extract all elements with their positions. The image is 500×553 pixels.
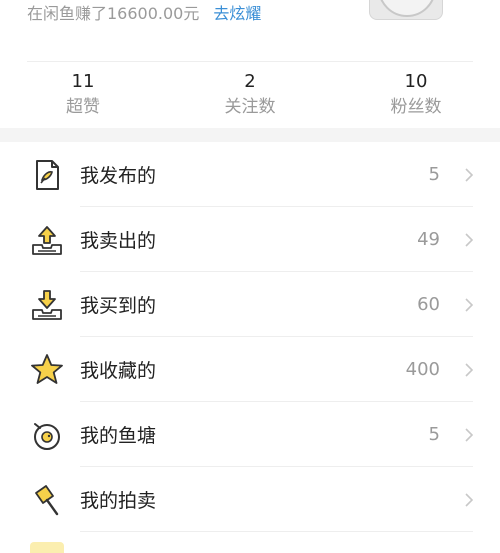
section-gap [0, 128, 500, 142]
avatar-image [378, 0, 436, 17]
earnings-row: 在闲鱼赚了16600.00元 去炫耀 [27, 0, 261, 24]
earnings-text: 在闲鱼赚了16600.00元 [27, 4, 200, 23]
menu-label-published: 我发布的 [80, 165, 157, 187]
menu-list: 我发布的 5 我卖出的 49 我买到的 60 我收藏的 400 我的鱼塘 5 我… [0, 142, 500, 532]
menu-count-sold: 49 [417, 229, 440, 250]
divider [27, 61, 473, 62]
chevron-right-icon [465, 492, 474, 507]
stat-following[interactable]: 2 关注数 [190, 70, 310, 120]
chevron-right-icon [465, 362, 474, 377]
published-icon [36, 160, 59, 190]
chevron-right-icon [465, 232, 474, 247]
fish-pond-icon [34, 423, 60, 450]
menu-item-bought[interactable]: 我买到的 60 [0, 272, 500, 337]
sold-icon [32, 226, 62, 255]
profile-page: 在闲鱼赚了16600.00元 去炫耀 11 超赞 2 关注数 10 粉丝数 我发… [0, 0, 500, 553]
bought-icon [32, 290, 62, 320]
avatar[interactable] [369, 0, 443, 20]
chevron-right-icon [465, 297, 474, 312]
menu-label-sold: 我卖出的 [80, 230, 157, 252]
stat-likes-value: 11 [71, 71, 95, 92]
stat-following-label: 关注数 [224, 97, 276, 117]
menu-item-fish-pond[interactable]: 我的鱼塘 5 [0, 402, 500, 467]
menu-count-bought: 60 [417, 294, 440, 315]
menu-label-fish-pond: 我的鱼塘 [80, 425, 157, 447]
stats-bar: 11 超赞 2 关注数 10 粉丝数 [0, 70, 500, 122]
menu-item-auction[interactable]: 我的拍卖 [0, 467, 500, 532]
stat-followers[interactable]: 10 粉丝数 [356, 70, 476, 120]
stat-following-value: 2 [244, 71, 256, 92]
menu-item-sold[interactable]: 我卖出的 49 [0, 207, 500, 272]
stat-followers-label: 粉丝数 [390, 97, 442, 117]
menu-count-fish-pond: 5 [428, 424, 440, 445]
stat-followers-value: 10 [404, 71, 428, 92]
next-menu-icon-partial [30, 542, 64, 553]
chevron-right-icon [465, 167, 474, 182]
menu-item-published[interactable]: 我发布的 5 [0, 142, 500, 207]
stat-likes-label: 超赞 [66, 97, 100, 117]
menu-count-published: 5 [428, 164, 440, 185]
star-icon [31, 354, 63, 384]
auction-hammer-icon [35, 485, 59, 516]
divider [80, 531, 473, 532]
menu-count-favorites: 400 [405, 359, 440, 380]
brag-link[interactable]: 去炫耀 [213, 0, 261, 24]
menu-label-bought: 我买到的 [80, 295, 157, 317]
menu-label-auction: 我的拍卖 [80, 490, 157, 512]
menu-label-favorites: 我收藏的 [80, 360, 157, 382]
chevron-right-icon [465, 427, 474, 442]
stat-likes[interactable]: 11 超赞 [23, 70, 143, 120]
menu-item-favorites[interactable]: 我收藏的 400 [0, 337, 500, 402]
